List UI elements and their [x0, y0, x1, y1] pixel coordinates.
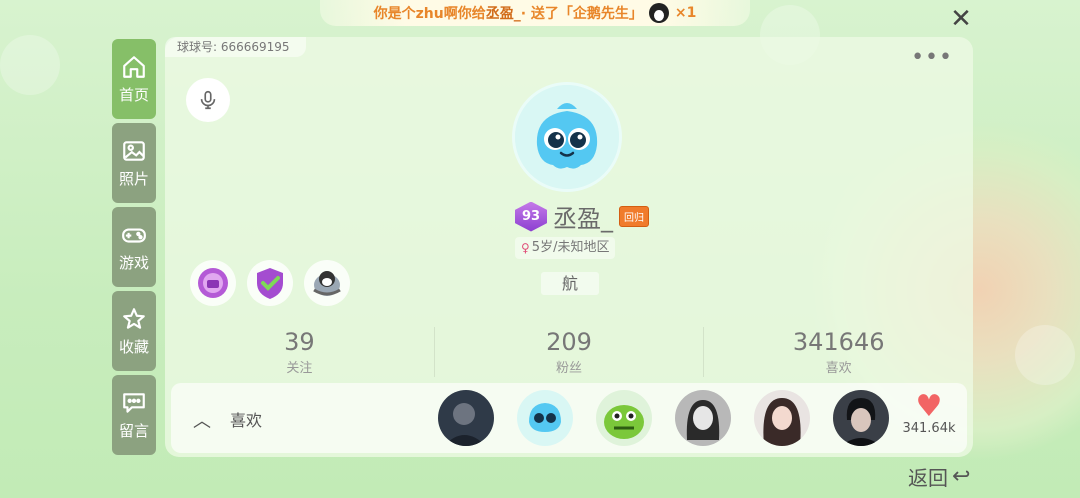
nav-item-label: 收藏: [118, 337, 149, 356]
stat-value: 209: [546, 328, 592, 356]
stat-value: 39: [284, 328, 315, 356]
nav-item-label: 照片: [118, 169, 149, 188]
nav-item-label: 留言: [118, 421, 149, 440]
user-id-label: 球球号: 666669195: [165, 37, 306, 57]
banner-text-pre: 你是个zhu啊你给: [373, 6, 486, 22]
back-label: 返回: [908, 466, 948, 490]
message-icon: [123, 392, 145, 413]
more-options-icon[interactable]: •••: [911, 47, 953, 69]
return-arrow-icon: ↩: [952, 464, 971, 489]
stat-likes[interactable]: 341646 喜欢: [704, 327, 973, 377]
liker-photo-image: [754, 390, 810, 446]
badge-item[interactable]: [304, 260, 350, 306]
liker-avatar[interactable]: [596, 390, 652, 446]
banner-text-mid: · 送了「企鹅先生」: [520, 6, 643, 22]
liker-avatar-list: [438, 390, 889, 446]
gift-banner: 你是个zhu啊你给 丞盈_ · 送了「企鹅先生」 ×1: [320, 0, 750, 26]
status-badge: 回归: [619, 206, 649, 227]
liker-avatar[interactable]: [754, 390, 810, 446]
like-button[interactable]: ♥ 341.64k: [899, 389, 959, 437]
likes-label: 喜欢: [230, 411, 263, 430]
green-monster-liker-image: [596, 390, 652, 446]
nav-item-label: 游戏: [118, 253, 149, 272]
liker-photo-image: [438, 390, 494, 446]
nav-item-photos[interactable]: 照片: [112, 123, 156, 203]
home-icon: [123, 55, 145, 78]
stat-followers[interactable]: 209 粉丝: [435, 327, 705, 377]
profile-card: 球球号: 666669195 ••• 93 丞盈_ 回归 ♀ 5岁/未知地区 航: [165, 37, 973, 457]
nav-item-messages[interactable]: 留言: [112, 375, 156, 455]
gender-icon: ♀: [521, 241, 530, 255]
nav-item-favorites[interactable]: 收藏: [112, 291, 156, 371]
jellyfish-liker-image: [517, 390, 573, 446]
shield-badge-icon: [257, 268, 283, 299]
stat-value: 341646: [792, 328, 885, 356]
nav-item-games[interactable]: 游戏: [112, 207, 156, 287]
username: 丞盈_: [553, 205, 613, 233]
stat-following[interactable]: 39 关注: [165, 327, 435, 377]
bokeh-decoration: [1015, 325, 1075, 385]
penguin-badge-icon: [313, 271, 341, 296]
badge-item[interactable]: [190, 260, 236, 306]
nav-item-home[interactable]: 首页: [112, 39, 156, 119]
stat-label: 关注: [286, 361, 313, 376]
penguin-icon: [648, 3, 669, 23]
banner-target-name: 丞盈_: [485, 6, 521, 22]
side-nav: 首页 照片 游戏 收藏 留言: [112, 39, 156, 459]
stats-row: 39 关注 209 粉丝 341646 喜欢: [165, 327, 973, 377]
jellyfish-avatar-image: [515, 85, 619, 189]
liker-avatar[interactable]: [675, 390, 731, 446]
gamepad-icon: [122, 228, 146, 243]
liker-avatar[interactable]: [833, 390, 889, 446]
badge-list: [190, 260, 350, 306]
bokeh-decoration: [0, 35, 60, 95]
banner-count: ×1: [674, 5, 697, 21]
liker-photo-image: [675, 390, 731, 446]
liker-photo-image: [833, 390, 889, 446]
avatar[interactable]: [512, 82, 622, 192]
level-badge: 93: [515, 201, 547, 232]
user-info-text: 5岁/未知地区: [531, 240, 610, 255]
heart-icon: ♥: [915, 389, 943, 424]
username-row: 93 丞盈_ 回归: [515, 199, 649, 234]
liker-avatar[interactable]: [438, 390, 494, 446]
stat-label: 喜欢: [825, 361, 852, 376]
photo-icon: [123, 140, 145, 161]
purple-trophy-badge-icon: [198, 268, 228, 298]
user-info: ♀ 5岁/未知地区: [515, 237, 616, 259]
star-icon: [123, 307, 145, 329]
stat-label: 粉丝: [556, 361, 583, 376]
microphone-icon: [200, 90, 216, 110]
likes-panel: ︿ 喜欢 ♥ 341.64k: [171, 383, 967, 453]
back-button[interactable]: 返回 ↩: [908, 462, 970, 491]
badge-item[interactable]: [247, 260, 293, 306]
signature: 航: [541, 272, 599, 295]
like-count: 341.64k: [902, 421, 956, 436]
close-icon[interactable]: ✕: [948, 6, 974, 32]
chevron-up-icon[interactable]: ︿: [193, 407, 211, 433]
voice-button[interactable]: [186, 78, 230, 122]
nav-item-label: 首页: [118, 85, 149, 104]
liker-avatar[interactable]: [517, 390, 573, 446]
